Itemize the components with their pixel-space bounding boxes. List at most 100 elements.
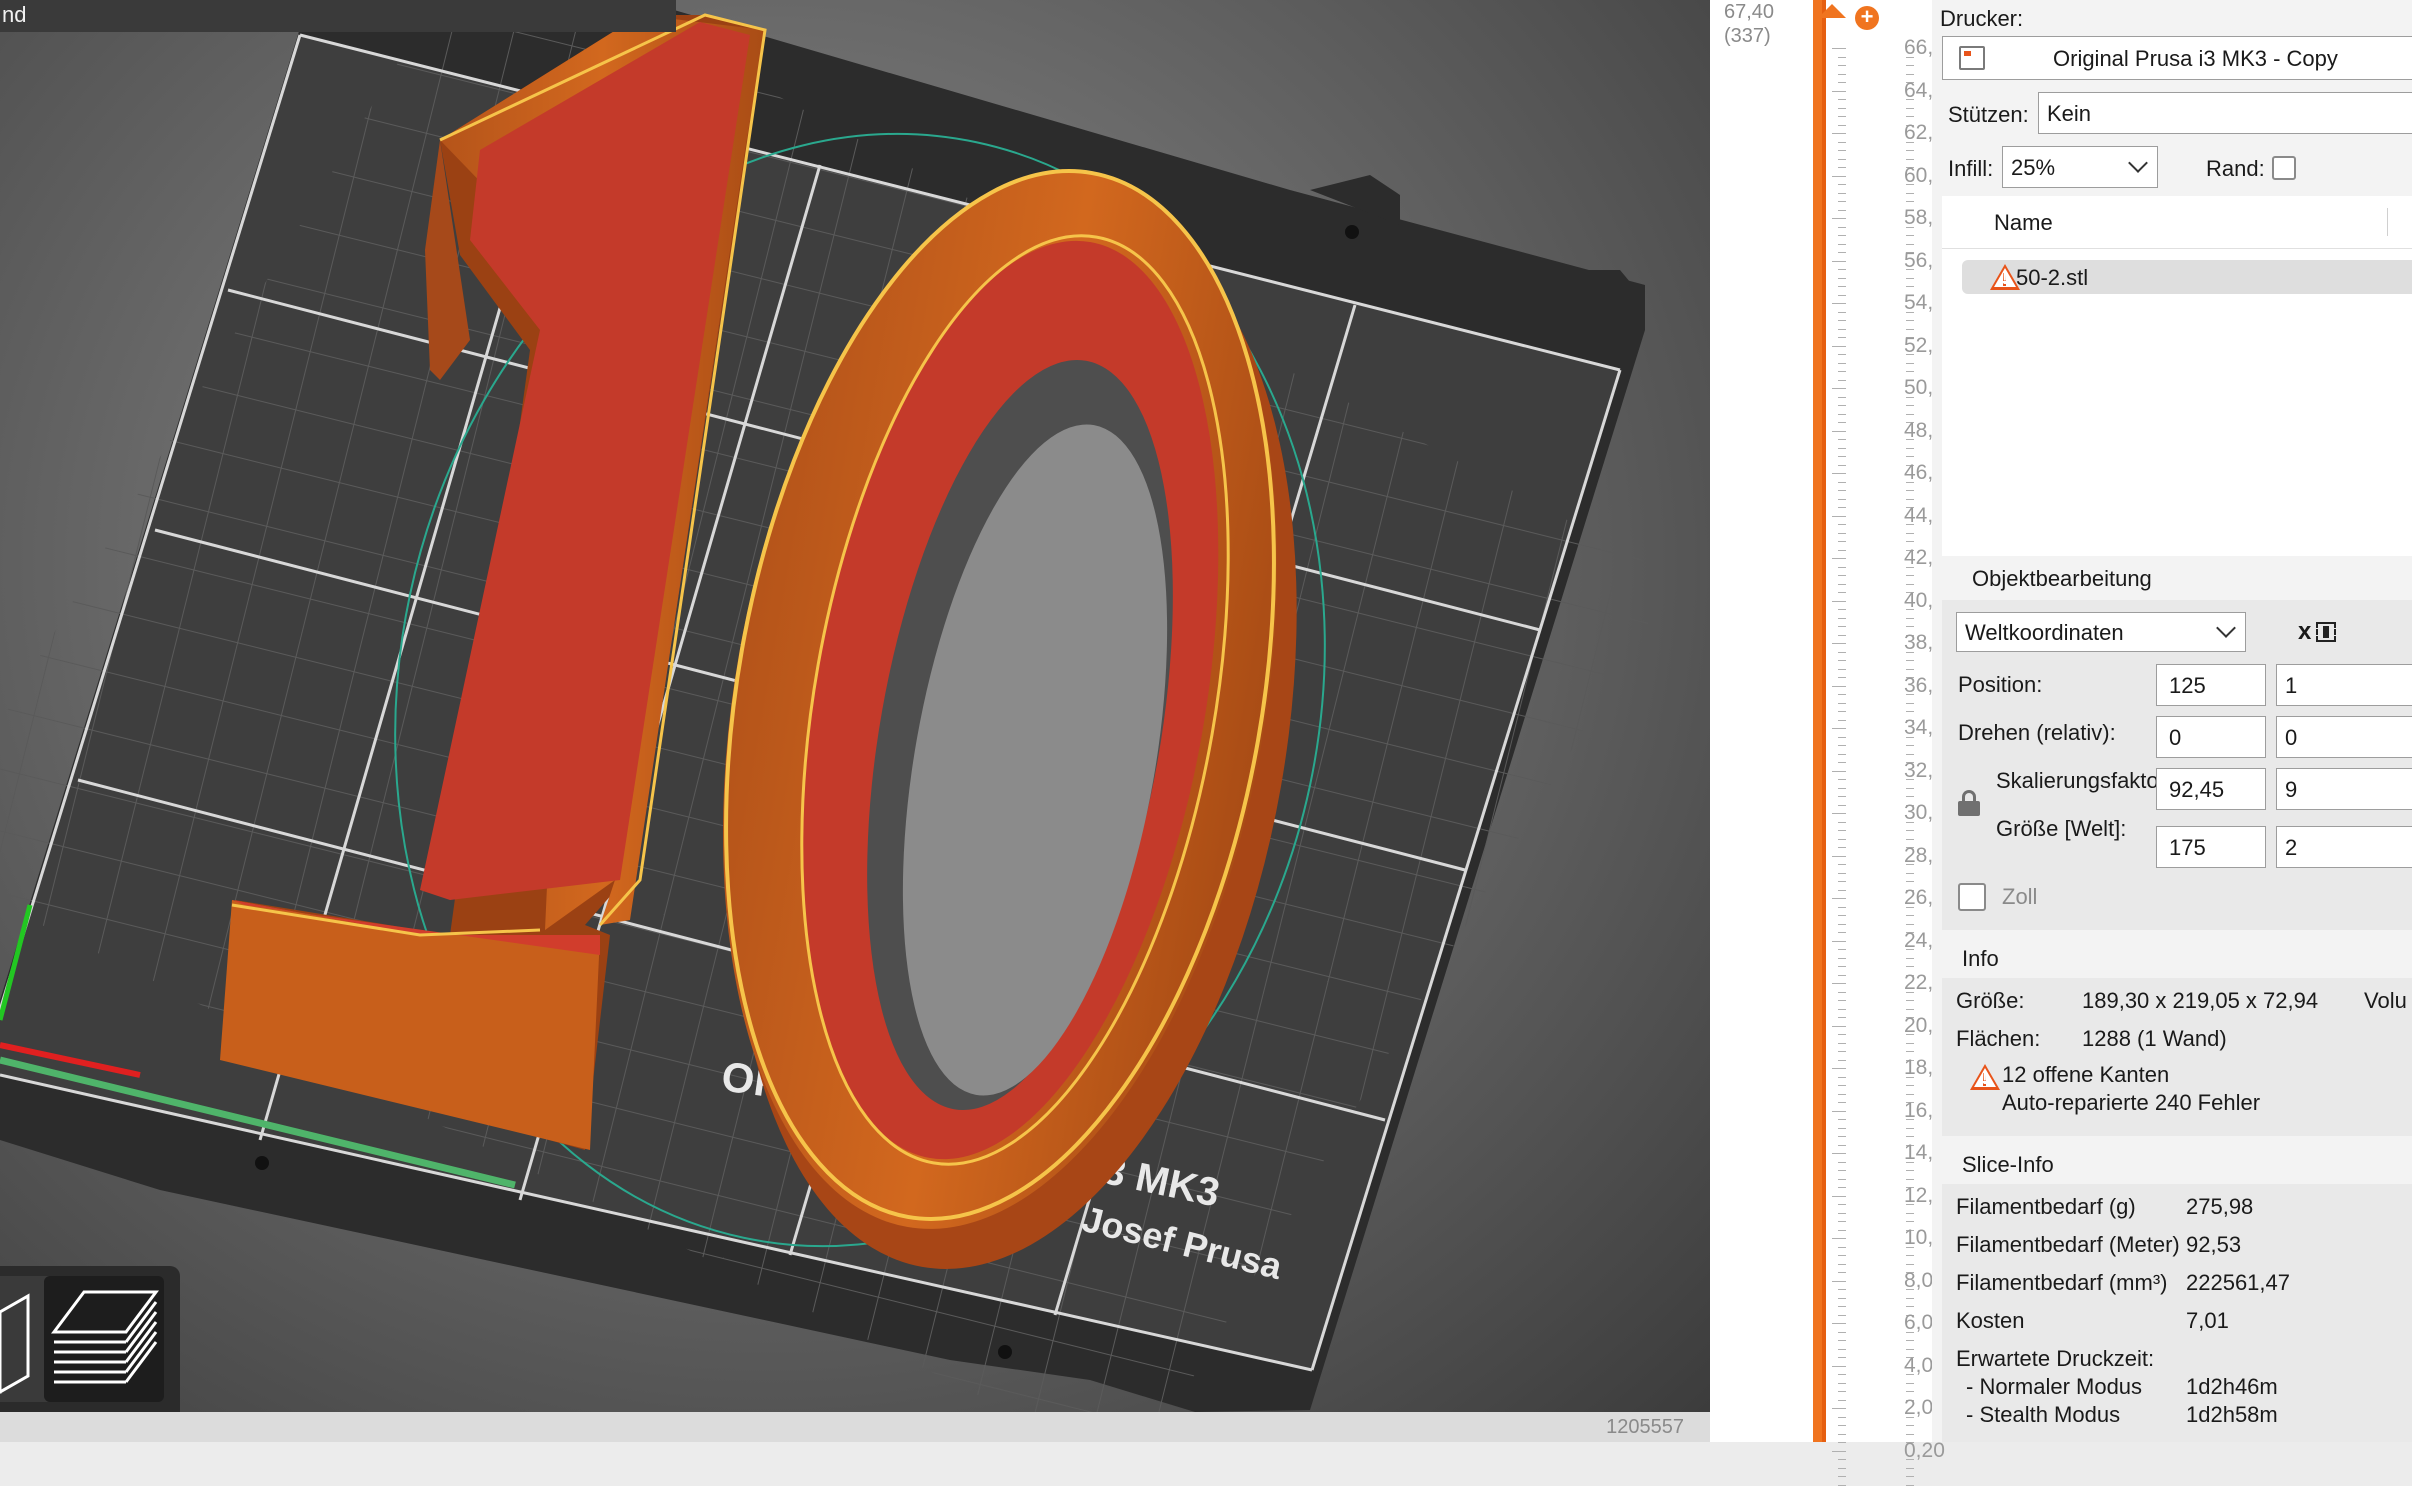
- layer-minor-tick: [1906, 150, 1914, 151]
- layer-minor-tick: [1838, 804, 1846, 806]
- bed-hole: [1345, 225, 1359, 239]
- size-y-value: 2: [2285, 835, 2298, 860]
- layer-minor-tick: [1838, 1399, 1846, 1401]
- layer-minor-tick: [1838, 405, 1846, 406]
- layer-minor-tick: [1906, 668, 1914, 670]
- layer-minor-tick: [1838, 1272, 1846, 1273]
- layer-minor-tick: [1838, 116, 1846, 117]
- layer-minor-tick: [1906, 575, 1914, 576]
- layer-minor-tick: [1906, 1136, 1914, 1137]
- supports-select[interactable]: Kein: [2038, 92, 2412, 134]
- layer-minor-tick: [1838, 932, 1846, 933]
- layer-minor-tick: [1838, 694, 1846, 695]
- scale-y-input[interactable]: 9: [2276, 768, 2412, 810]
- layer-minor-tick: [1906, 498, 1914, 500]
- slice-row-label: Kosten: [1956, 1308, 2025, 1333]
- layer-minor-tick: [1838, 1034, 1846, 1035]
- layer-minor-tick: [1838, 1119, 1846, 1120]
- layer-minor-tick: [1838, 991, 1846, 993]
- layer-minor-tick: [1838, 830, 1846, 831]
- layer-minor-tick: [1906, 405, 1914, 406]
- layer-tick: [1832, 600, 1846, 602]
- layer-minor-tick: [1838, 634, 1846, 636]
- infill-select[interactable]: 25%: [2002, 146, 2158, 188]
- layer-minor-tick: [1906, 923, 1914, 925]
- layer-tick: [1832, 1195, 1846, 1197]
- layer-minor-tick: [1906, 711, 1914, 712]
- layer-minor-tick: [1838, 881, 1846, 882]
- preview-layers-button[interactable]: [44, 1276, 164, 1402]
- layer-minor-tick: [1838, 1051, 1846, 1052]
- layer-slider[interactable]: 67,40 (337) 66,00 64,00 62,00 60,00 58,00 56,…: [1710, 0, 1957, 1486]
- layer-minor-tick: [1838, 1263, 1846, 1265]
- 3d-viewport[interactable]: OP i3 MK3 Josef Prusa nd: [0, 0, 1710, 1412]
- printer-label: Drucker:: [1940, 6, 2024, 31]
- layer-minor-tick: [1906, 1297, 1914, 1299]
- layer-minor-tick: [1906, 371, 1914, 372]
- brim-checkbox[interactable]: [2272, 156, 2296, 180]
- layer-minor-tick: [1838, 1340, 1846, 1341]
- layer-minor-tick: [1838, 609, 1846, 610]
- position-y-input[interactable]: 1: [2276, 664, 2412, 706]
- layer-minor-tick: [1838, 1374, 1846, 1375]
- layer-slider-top-knob[interactable]: [1818, 4, 1846, 18]
- layer-minor-tick: [1838, 668, 1846, 670]
- layer-tick: [1832, 1323, 1846, 1324]
- object-name: 50-2.stl: [2016, 265, 2089, 290]
- layer-minor-tick: [1838, 1017, 1846, 1018]
- layer-tick: [1832, 558, 1846, 559]
- layer-minor-tick: [1838, 507, 1846, 508]
- supports-label: Stützen:: [1948, 102, 2029, 127]
- position-x-input[interactable]: 125: [2156, 664, 2266, 706]
- layer-tick: [1832, 48, 1846, 49]
- infill-value: 25%: [2011, 155, 2056, 180]
- lock-icon[interactable]: [1958, 790, 1980, 816]
- drop-to-bed-icon[interactable]: x: [2298, 618, 2342, 648]
- view-mode-toggle: [0, 1266, 180, 1412]
- rotate-x-input[interactable]: 0: [2156, 716, 2266, 758]
- layer-minor-tick: [1906, 1221, 1914, 1222]
- layer-minor-tick: [1838, 82, 1846, 83]
- size-y-input[interactable]: 2: [2276, 826, 2412, 868]
- layer-minor-tick: [1838, 447, 1846, 449]
- scene-canvas[interactable]: OP i3 MK3 Josef Prusa: [0, 0, 1710, 1412]
- normal-mode-label: - Normaler Modus: [1966, 1374, 2143, 1399]
- inch-checkbox[interactable]: [1958, 883, 1986, 911]
- layer-minor-tick: [1838, 1297, 1846, 1299]
- column-name[interactable]: Name: [1994, 210, 2053, 236]
- info-title: Info: [1962, 946, 1999, 971]
- layer-minor-tick: [1906, 1467, 1914, 1469]
- printer-select[interactable]: Original Prusa i3 MK3 - Copy: [1942, 36, 2412, 80]
- add-color-change-icon[interactable]: +: [1855, 6, 1879, 30]
- layer-minor-tick: [1838, 73, 1846, 75]
- layer-tick: [1832, 1153, 1846, 1154]
- layer-minor-tick: [1838, 107, 1846, 109]
- rotate-y-input[interactable]: 0: [2276, 716, 2412, 758]
- layer-minor-tick: [1838, 1144, 1846, 1146]
- coordinates-select[interactable]: Weltkoordinaten: [1956, 612, 2246, 652]
- layer-minor-tick: [1906, 1170, 1914, 1171]
- layer-tick: [1832, 260, 1846, 262]
- layer-minor-tick: [1838, 456, 1846, 457]
- layer-minor-tick: [1838, 1433, 1846, 1435]
- layer-minor-tick: [1838, 1161, 1846, 1163]
- view-tab[interactable]: nd: [0, 0, 676, 32]
- layer-minor-tick: [1838, 1085, 1846, 1086]
- print-time-label: Erwartete Druckzeit:: [1956, 1346, 2155, 1371]
- layer-tick-label: 0,20: [1904, 1438, 1945, 1462]
- info-size-value: 189,30 x 219,05 x 72,94: [2082, 988, 2319, 1013]
- layer-minor-tick: [1906, 65, 1914, 66]
- layer-minor-tick: [1906, 1212, 1914, 1214]
- size-x-input[interactable]: 175: [2156, 826, 2266, 868]
- layer-minor-tick: [1838, 889, 1846, 891]
- object-row[interactable]: 50-2.stl: [1962, 260, 2412, 294]
- layer-tick: [1832, 1025, 1846, 1027]
- printer-value: Original Prusa i3 MK3 - Copy: [2053, 46, 2338, 71]
- layer-minor-tick: [1906, 830, 1914, 831]
- layer-minor-tick: [1906, 745, 1914, 746]
- layer-tick: [1832, 388, 1846, 389]
- status-strip: 1205557: [0, 1412, 1710, 1442]
- scale-x-input[interactable]: 92,45: [2156, 768, 2266, 810]
- layer-tick: [1832, 133, 1846, 134]
- layer-tick: [1832, 515, 1846, 517]
